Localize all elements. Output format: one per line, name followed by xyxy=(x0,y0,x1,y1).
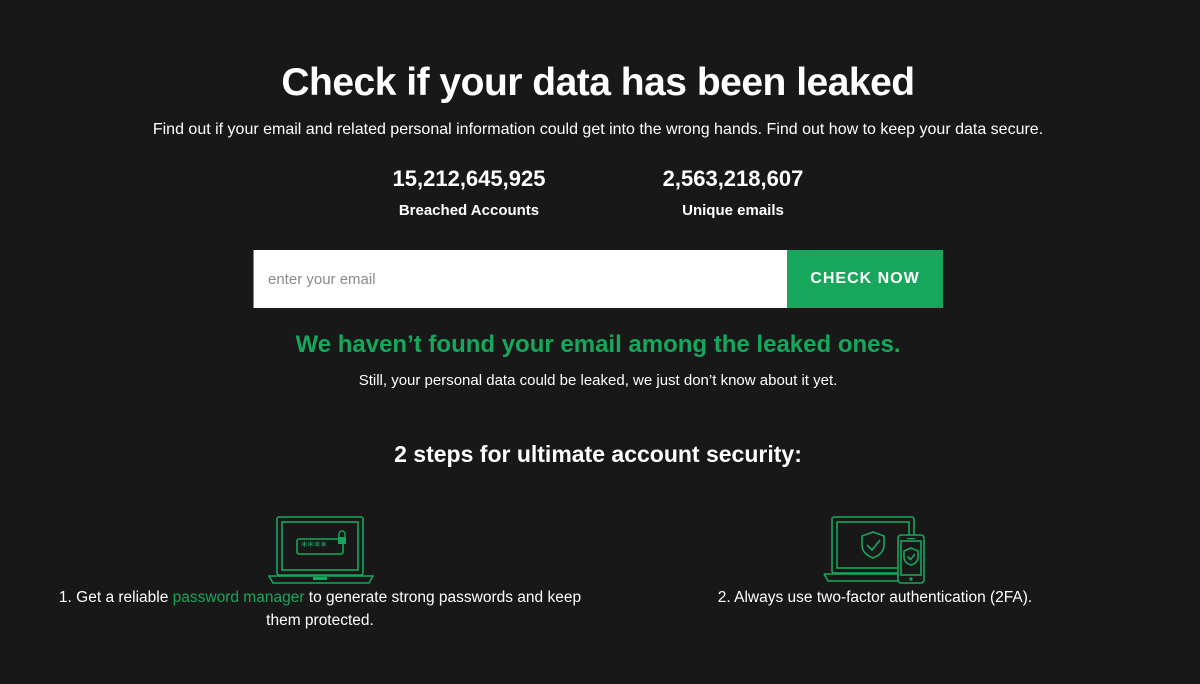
steps-title: 2 steps for ultimate account security: xyxy=(394,441,802,467)
result-subtitle: Still, your personal data could be leake… xyxy=(358,372,838,389)
stat-breached-accounts: 15,212,645,925 Breached Accounts xyxy=(359,166,579,220)
result-title: We haven’t found your email among the le… xyxy=(295,331,901,358)
page-title: Check if your data has been leaked xyxy=(281,61,915,104)
stat-number: 2,563,218,607 xyxy=(662,166,804,191)
laptop-password-icon: **** xyxy=(267,515,375,592)
page-subtitle: Find out if your email and related perso… xyxy=(152,121,1044,138)
laptop-phone-shield-icon xyxy=(823,515,927,592)
svg-text:****: **** xyxy=(301,540,328,555)
email-check-form: CHECK NOW xyxy=(253,250,943,308)
step-1-text: 1. Get a reliable password manager to ge… xyxy=(40,586,600,632)
password-manager-link[interactable]: password manager xyxy=(173,589,305,606)
check-now-button[interactable]: CHECK NOW xyxy=(787,250,943,308)
step-2-text: 2. Always use two-factor authentication … xyxy=(717,589,1033,606)
stat-label: Unique emails xyxy=(682,202,784,219)
step-1-prefix: 1. Get a reliable xyxy=(58,589,173,606)
stat-label: Breached Accounts xyxy=(398,202,540,219)
page: Check if your data has been leaked Find … xyxy=(0,0,1200,684)
stat-unique-emails: 2,563,218,607 Unique emails xyxy=(623,166,843,220)
email-input[interactable] xyxy=(253,250,787,308)
stat-number: 15,212,645,925 xyxy=(392,166,546,191)
step-1-suffix: to generate strong passwords and keep th… xyxy=(266,589,582,629)
